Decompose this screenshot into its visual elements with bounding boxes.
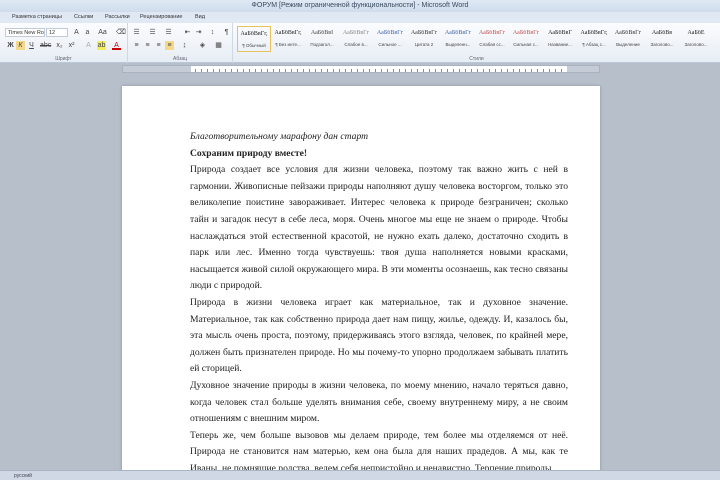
align-center-icon[interactable]: ≡ <box>143 41 152 50</box>
style-item[interactable]: АаБбВвІ Подзагол... <box>305 26 339 52</box>
underline-icon[interactable]: Ч <box>27 41 36 50</box>
ribbon: Times New Ro 12 A a Aa ⌫ Ж К Ч abc x₂ x²… <box>0 23 720 63</box>
style-name: Слабая сс... <box>479 42 505 47</box>
style-sample: АаБбВвГг <box>614 30 642 36</box>
font-size-select[interactable]: 12 <box>46 28 68 37</box>
tab-mailings[interactable]: Рассылки <box>105 14 130 20</box>
ruler-right-margin <box>567 66 599 72</box>
styles-group: АаБбВвГг, ¶ Обычный АаБбВвГг, ¶ Без инте...… <box>233 23 720 63</box>
font-group-label: Шрифт <box>55 56 72 62</box>
tab-references[interactable]: Ссылки <box>74 14 93 20</box>
style-sample: АаБбВвГг, <box>240 31 268 37</box>
strikethrough-icon[interactable]: abc <box>40 41 51 50</box>
style-name: Заголово... <box>684 42 708 47</box>
numbering-icon[interactable]: ☰ <box>148 28 157 37</box>
align-right-icon[interactable]: ≡ <box>154 41 163 50</box>
style-name: ¶ Обычный <box>242 43 266 48</box>
style-item[interactable]: АаБбВвГ Название... <box>543 26 577 52</box>
sort-icon[interactable]: ↕ <box>208 28 217 37</box>
style-name: Слабое в... <box>344 42 368 47</box>
document-body[interactable]: Благотворительному марафону дан старт Со… <box>190 129 568 477</box>
status-bar: русский <box>0 470 720 480</box>
font-group: Times New Ro 12 A a Aa ⌫ Ж К Ч abc x₂ x²… <box>0 23 128 63</box>
style-item[interactable]: АаБбВвГг, ¶ Без инте... <box>271 26 305 52</box>
style-item[interactable]: АаБбВвГг Выделение <box>611 26 645 52</box>
document-subtitle: Благотворительному марафону дан старт <box>190 131 369 142</box>
style-sample: АаБбВвГг, <box>580 30 608 36</box>
decrease-indent-icon[interactable]: ⇤ <box>183 28 192 37</box>
style-sample: АаБбВвГ <box>548 30 572 36</box>
style-sample: АаБбВвГг <box>444 30 472 36</box>
bold-icon[interactable]: Ж <box>6 41 15 50</box>
line-spacing-icon[interactable]: ↨ <box>180 41 189 50</box>
style-name: Название... <box>548 42 572 47</box>
justify-icon[interactable]: ≡ <box>165 41 174 50</box>
style-sample: АаБбВвГг <box>410 30 438 36</box>
paragraph: Духовное значение природы в жизни челове… <box>190 379 568 425</box>
document-heading: Сохраним природу вместе! <box>190 147 308 159</box>
style-item[interactable]: АаБбВвГг Слабая сс... <box>475 26 509 52</box>
font-name-select[interactable]: Times New Ro <box>5 28 45 37</box>
style-name: Цитата 2 <box>414 42 434 47</box>
style-item[interactable]: АаБбВвГг Выделенн... <box>441 26 475 52</box>
italic-icon[interactable]: К <box>16 41 25 50</box>
ribbon-tabs: Разметка страницы Ссылки Рассылки Реценз… <box>0 12 720 23</box>
subscript-icon[interactable]: x₂ <box>55 41 64 50</box>
shrink-font-icon[interactable]: a <box>83 28 92 37</box>
multilevel-list-icon[interactable]: ☰ <box>164 28 173 37</box>
style-item[interactable]: АаБбВв Заголово... <box>645 26 679 52</box>
paragraph-group: ☰ ☰ ☰ ⇤ ⇥ ↕ ¶ ≡ ≡ ≡ ≡ ↨ ◈ ▦ Абзац <box>128 23 233 63</box>
document-page[interactable]: Благотворительному марафону дан старт Со… <box>122 86 600 480</box>
shading-icon[interactable]: ◈ <box>198 41 207 50</box>
style-item[interactable]: АаБбЕ Заголово... <box>679 26 713 52</box>
style-name: ¶ Абзац с... <box>582 42 606 47</box>
horizontal-ruler[interactable] <box>122 65 600 73</box>
superscript-icon[interactable]: x² <box>67 41 76 50</box>
style-name: Подзагол... <box>310 42 334 47</box>
tab-view[interactable]: Вид <box>195 14 205 20</box>
style-name: Выделение <box>616 42 640 47</box>
style-sample: АаБбВвІ <box>310 30 334 36</box>
style-sample: АаБбВвГг, <box>274 30 302 36</box>
style-sample: АаБбЕ <box>687 30 705 36</box>
paragraph-group-label: Абзац <box>172 56 188 62</box>
change-case-icon[interactable]: Aa <box>98 28 107 37</box>
style-sample: АаБбВвГг <box>376 30 404 36</box>
style-name: Сильная с... <box>513 42 539 47</box>
tab-review[interactable]: Рецензирование <box>140 14 182 20</box>
paragraph: Природа в жизни человека играет как мате… <box>190 296 568 375</box>
style-name: Выделенн... <box>445 42 471 47</box>
font-color-icon[interactable]: A <box>112 41 121 50</box>
increase-indent-icon[interactable]: ⇥ <box>194 28 203 37</box>
style-item[interactable]: АаБбВвГг Цитата 2 <box>407 26 441 52</box>
pilcrow-icon[interactable]: ¶ <box>222 28 231 37</box>
grow-font-icon[interactable]: A <box>72 28 81 37</box>
language-indicator[interactable]: русский <box>14 473 32 479</box>
highlight-icon[interactable]: ab <box>97 41 106 50</box>
paragraph: Природа создает все условия для жизни че… <box>190 164 568 292</box>
styles-group-label: Стили <box>469 56 484 62</box>
tab-page-layout[interactable]: Разметка страницы <box>12 14 62 20</box>
clear-format-icon[interactable]: ⌫ <box>116 28 126 37</box>
style-item[interactable]: АаБбВвГг, ¶ Обычный <box>237 26 271 52</box>
style-item[interactable]: АаБбВвГг Сильная с... <box>509 26 543 52</box>
borders-icon[interactable]: ▦ <box>214 41 223 50</box>
style-item[interactable]: АаБбВвГг, ¶ Абзац с... <box>577 26 611 52</box>
style-item[interactable]: АаБбВвГг Сильное ... <box>373 26 407 52</box>
style-sample: АаБбВв <box>651 30 673 36</box>
style-sample: АаБбВвГг <box>342 30 370 36</box>
style-name: Заголово... <box>650 42 674 47</box>
style-name: ¶ Без инте... <box>275 42 301 47</box>
text-effects-icon[interactable]: A <box>84 41 93 50</box>
window-title: ФОРУМ [Режим ограниченной функциональнос… <box>0 0 720 12</box>
style-name: Сильное ... <box>378 42 402 47</box>
align-left-icon[interactable]: ≡ <box>132 41 141 50</box>
bullets-icon[interactable]: ☰ <box>132 28 141 37</box>
ruler-left-margin <box>123 66 191 72</box>
style-sample: АаБбВвГг <box>478 30 506 36</box>
style-item[interactable]: АаБбВвГг Слабое в... <box>339 26 373 52</box>
style-sample: АаБбВвГг <box>512 30 540 36</box>
